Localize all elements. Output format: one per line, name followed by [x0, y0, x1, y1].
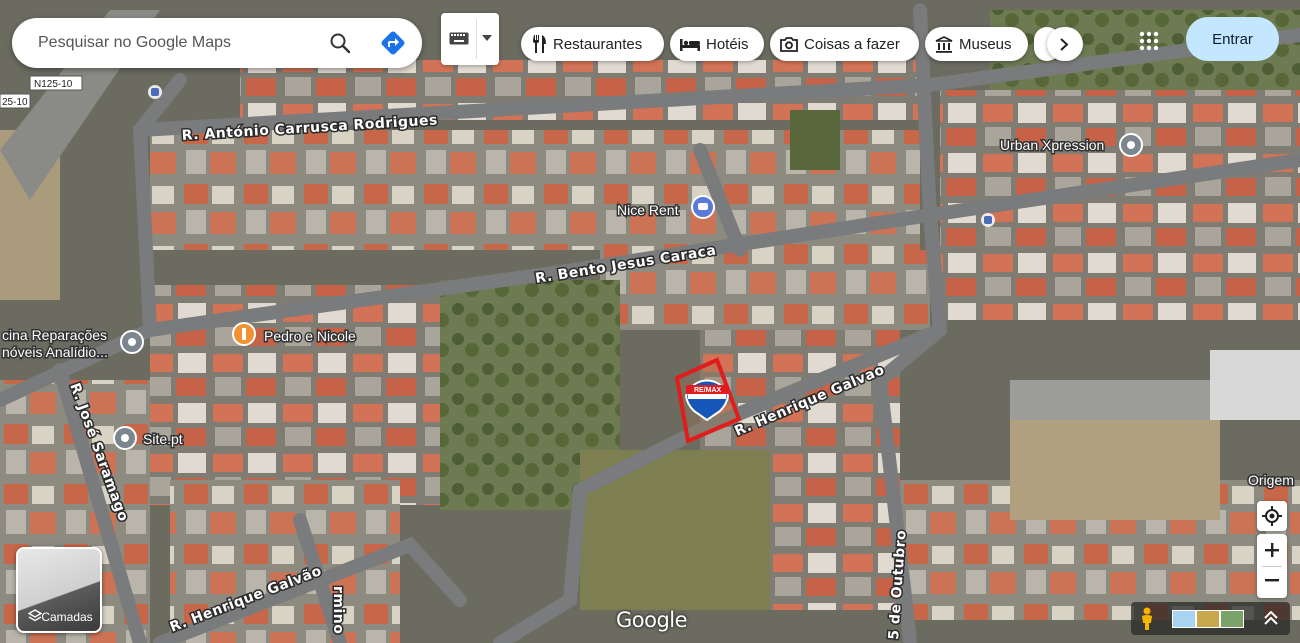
svg-text:Nice Rent: Nice Rent — [617, 202, 679, 218]
imagery-thumbnail-1[interactable] — [1172, 610, 1196, 628]
chip-hotels[interactable]: Hotéis — [670, 27, 764, 61]
bottom-toolbar — [1131, 602, 1290, 635]
sign-in-button[interactable]: Entrar — [1186, 17, 1279, 61]
my-location-button[interactable] — [1257, 501, 1287, 531]
imagery-thumbnail-3[interactable] — [1220, 610, 1244, 628]
google-apps-icon[interactable] — [1139, 31, 1159, 51]
bed-icon — [680, 39, 700, 51]
svg-text:RE/MAX: RE/MAX — [694, 387, 722, 394]
zoom-out-icon[interactable] — [1265, 579, 1279, 582]
poi-site-pt[interactable]: Site.pt — [113, 426, 184, 450]
google-logo: Google — [616, 608, 688, 632]
svg-text:Urban Xpression: Urban Xpression — [1000, 137, 1104, 153]
svg-text:nóveis Analídio...: nóveis Analídio... — [2, 344, 108, 360]
highway-shield-n125-10: N125-10 — [29, 75, 83, 91]
zoom-controls — [1257, 534, 1287, 598]
chip-things-to-do-label: Coisas a fazer — [804, 35, 900, 53]
chip-things-to-do[interactable]: Coisas a fazer — [770, 27, 919, 61]
bus-stop-icon[interactable] — [981, 213, 995, 227]
input-tools-button[interactable] — [441, 13, 499, 65]
chevron-up-icon[interactable] — [1264, 611, 1278, 625]
chevron-down-icon[interactable] — [482, 35, 492, 41]
fork-knife-icon — [533, 35, 546, 53]
poi-origem[interactable]: Origem — [1247, 471, 1296, 490]
chevron-right-icon — [1060, 38, 1069, 51]
imagery-thumbnail-2[interactable] — [1196, 610, 1220, 628]
bus-stop-icon[interactable] — [148, 85, 162, 99]
my-location-icon — [1262, 506, 1282, 526]
layers-button[interactable]: Camadas — [16, 547, 102, 633]
search-input[interactable]: Pesquisar no Google Maps — [38, 34, 231, 52]
keyboard-icon — [449, 32, 469, 45]
chips-scroll-right-button[interactable] — [1047, 27, 1083, 61]
zoom-in-icon[interactable] — [1265, 543, 1279, 557]
museum-icon — [935, 35, 953, 53]
road-label-rmino: rmino — [330, 586, 346, 634]
layers-label: Camadas — [41, 610, 93, 624]
svg-text:Site.pt: Site.pt — [143, 431, 183, 447]
highway-shield-25-10: 25-10 — [0, 93, 31, 109]
satellite-map[interactable]: R. António Carrusca Rodrigues R. Bento J… — [0, 0, 1300, 643]
svg-text:N125-10: N125-10 — [34, 79, 73, 90]
chip-restaurants[interactable]: Restaurantes — [521, 27, 664, 61]
chip-museums[interactable]: Museus — [925, 27, 1028, 61]
chip-restaurants-label: Restaurantes — [553, 35, 643, 53]
svg-text:Pedro e Nicole: Pedro e Nicole — [264, 328, 356, 344]
search-icon[interactable] — [328, 31, 352, 55]
pegman-icon[interactable] — [1139, 607, 1155, 631]
camera-icon — [780, 36, 798, 52]
svg-text:25-10: 25-10 — [2, 97, 28, 108]
chip-hotels-label: Hotéis — [706, 35, 749, 53]
search-box[interactable]: Pesquisar no Google Maps — [12, 18, 422, 68]
directions-arrow-icon — [388, 38, 399, 47]
chip-museums-label: Museus — [959, 35, 1012, 53]
svg-text:cina Reparações: cina Reparações — [2, 327, 107, 343]
